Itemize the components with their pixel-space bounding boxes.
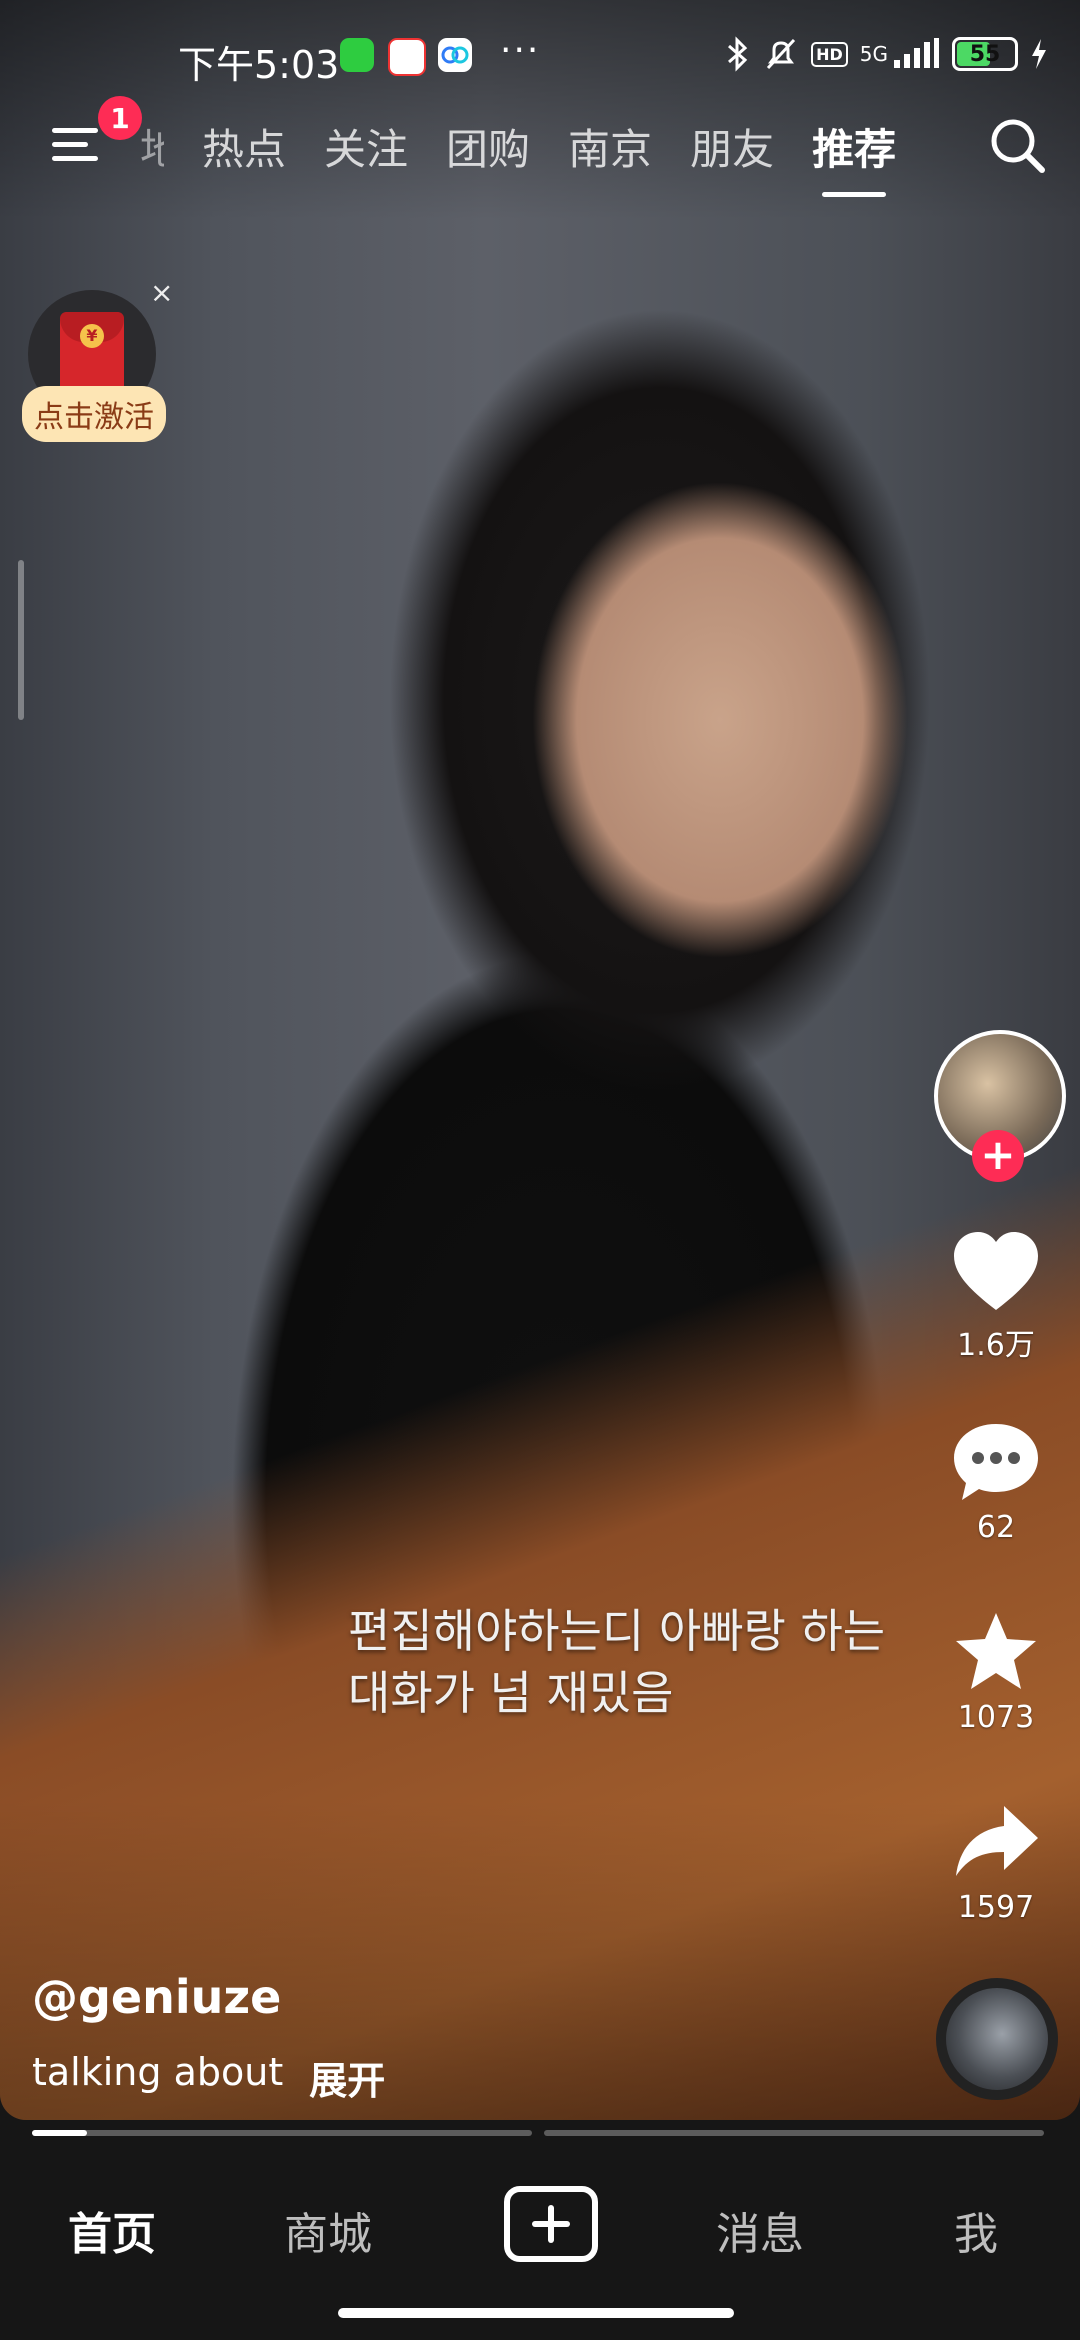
- close-icon[interactable]: ×: [150, 276, 173, 309]
- like-button[interactable]: 1.6万: [926, 1230, 1066, 1364]
- subtitle-line-1: 편집해야하는디 아빠랑 하는: [348, 1604, 886, 1658]
- video-progress[interactable]: [32, 2130, 1044, 2136]
- top-nav: 1 地 热点 关注 团购 南京 朋友 推荐: [0, 96, 1080, 197]
- subtitle-line-2: 대화가 넘 재밌음: [348, 1666, 674, 1720]
- status-more: ···: [500, 30, 541, 71]
- share-icon: [956, 1806, 1038, 1876]
- feed-tabs: 地 热点 关注 团购 南京 朋友 推荐: [140, 116, 896, 197]
- hd-icon: HD: [811, 41, 848, 67]
- status-time: 下午5:03: [178, 43, 340, 87]
- video-subtitle: 편집해야하는디 아빠랑 하는 대화가 넘 재밌음: [348, 1600, 988, 1724]
- battery-icon: 55: [952, 37, 1018, 71]
- nav-home[interactable]: 首页: [68, 2198, 156, 2262]
- progress-segment[interactable]: [544, 2130, 1044, 2136]
- progress-segment[interactable]: [32, 2130, 532, 2136]
- red-packet-label[interactable]: 点击激活: [22, 386, 166, 442]
- comment-count: 62: [976, 1510, 1016, 1545]
- mute-bell-icon: [766, 38, 796, 70]
- charging-icon: [1032, 39, 1046, 69]
- share-button[interactable]: 1597: [926, 1800, 1066, 1925]
- scroll-hint: [18, 560, 24, 720]
- red-packet-widget[interactable]: 点击激活 ×: [22, 276, 173, 450]
- battery-level: 55: [969, 41, 1001, 67]
- like-count: 1.6万: [957, 1328, 1035, 1363]
- video-caption: talking about 展开: [32, 2050, 385, 2105]
- author-handle[interactable]: @geniuze: [32, 1970, 281, 2024]
- tab-recommend[interactable]: 推荐: [812, 116, 896, 197]
- search-icon[interactable]: [986, 114, 1050, 178]
- status-bar: 下午5:03 ··· HD 5G 55: [0, 30, 1080, 87]
- nav-me[interactable]: 我: [954, 2198, 998, 2262]
- comment-icon: [954, 1424, 1038, 1500]
- menu-icon[interactable]: [52, 122, 104, 166]
- tab-partial[interactable]: 地: [140, 116, 164, 177]
- tab-friends[interactable]: 朋友: [690, 116, 774, 177]
- comment-button[interactable]: 62: [926, 1420, 1066, 1545]
- create-button[interactable]: [504, 2186, 598, 2262]
- bottom-nav: 首页 商城 消息 我: [0, 2160, 1080, 2290]
- 58-app-icon: [388, 38, 426, 76]
- tab-nanjing[interactable]: 南京: [568, 116, 652, 177]
- share-count: 1597: [957, 1890, 1035, 1925]
- menu-badge: 1: [98, 96, 142, 140]
- nav-mall[interactable]: 商城: [284, 2198, 372, 2262]
- baidu-netdisk-icon: [438, 38, 472, 72]
- tab-hot[interactable]: 热点: [202, 116, 286, 177]
- follow-plus-button[interactable]: +: [972, 1130, 1024, 1182]
- home-indicator[interactable]: [338, 2308, 734, 2318]
- nav-messages[interactable]: 消息: [716, 2198, 804, 2262]
- network-label: 5G: [859, 42, 888, 66]
- caption-text: talking about: [32, 2050, 284, 2094]
- plus-icon: [532, 2205, 570, 2243]
- music-disc-icon[interactable]: [936, 1978, 1058, 2100]
- wechat-icon: [340, 38, 374, 72]
- bluetooth-icon: [728, 36, 748, 72]
- signal-icon: [894, 38, 939, 68]
- tab-following[interactable]: 关注: [324, 116, 408, 177]
- heart-icon: [954, 1232, 1038, 1310]
- tab-group-buy[interactable]: 团购: [446, 116, 530, 177]
- expand-button[interactable]: 展开: [309, 2050, 385, 2105]
